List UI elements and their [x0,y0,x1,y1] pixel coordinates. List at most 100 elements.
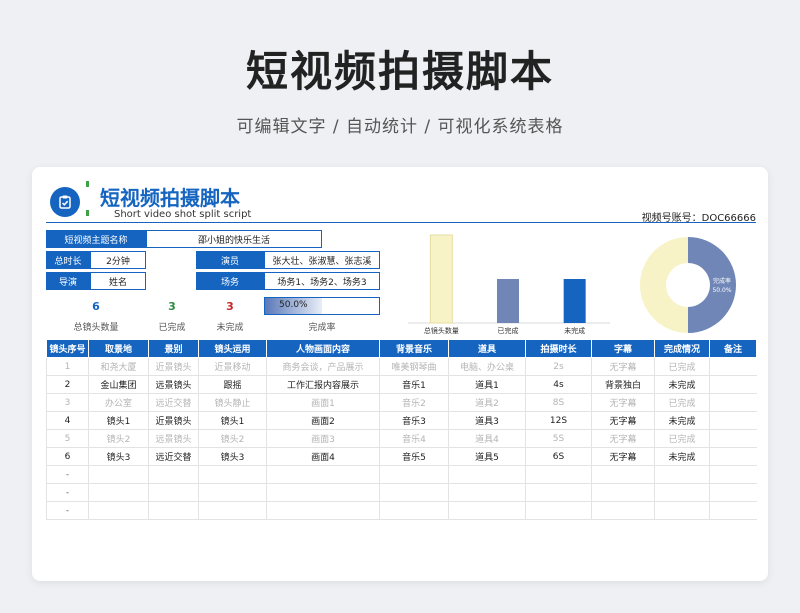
table-cell[interactable] [654,465,710,484]
table-cell[interactable]: 6 [46,447,89,466]
table-cell[interactable]: - [46,483,89,502]
table-cell[interactable]: 电脑、办公桌 [448,357,526,376]
table-cell[interactable] [591,501,655,520]
table-cell[interactable]: 音乐4 [379,429,449,448]
table-cell[interactable]: 画面1 [266,393,380,412]
table-cell[interactable]: 已完成 [654,429,710,448]
table-cell[interactable]: 镜头2 [198,429,267,448]
table-cell[interactable] [591,465,655,484]
director-value[interactable]: 姓名 [90,272,146,290]
table-cell[interactable]: 镜头1 [88,411,149,430]
column-header[interactable]: 景别 [148,339,199,358]
table-cell[interactable]: 道具5 [448,447,526,466]
table-cell[interactable] [709,465,757,484]
table-cell[interactable] [88,465,149,484]
column-header[interactable]: 背景音乐 [379,339,449,358]
table-cell[interactable]: 镜头2 [88,429,149,448]
table-cell[interactable] [266,501,380,520]
table-cell[interactable]: 音乐5 [379,447,449,466]
table-cell[interactable] [525,465,592,484]
table-cell[interactable]: 道具2 [448,393,526,412]
table-cell[interactable]: 音乐1 [379,375,449,394]
table-cell[interactable]: 近景镜头 [148,411,199,430]
scenes-value[interactable]: 场务1、场务2、场务3 [264,272,380,290]
table-cell[interactable] [379,483,449,502]
column-header[interactable]: 拍摄时长 [525,339,592,358]
theme-value[interactable]: 邵小姐的快乐生活 [146,230,322,248]
table-cell[interactable]: 12S [525,411,592,430]
table-cell[interactable] [654,501,710,520]
table-cell[interactable] [448,465,526,484]
column-header[interactable]: 字幕 [591,339,655,358]
table-cell[interactable]: 远近交替 [148,393,199,412]
table-cell[interactable]: 画面4 [266,447,380,466]
table-cell[interactable] [709,429,757,448]
table-cell[interactable] [379,465,449,484]
table-cell[interactable]: 4s [525,375,592,394]
column-header[interactable]: 人物画面内容 [266,339,380,358]
table-cell[interactable]: 镜头3 [198,447,267,466]
table-cell[interactable]: 无字幕 [591,447,655,466]
duration-value[interactable]: 2分钟 [90,251,146,269]
table-cell[interactable] [198,501,267,520]
table-cell[interactable]: 镜头3 [88,447,149,466]
table-cell[interactable] [709,375,757,394]
table-cell[interactable] [379,501,449,520]
table-cell[interactable]: 远景镜头 [148,375,199,394]
table-cell[interactable]: 1 [46,357,89,376]
table-cell[interactable] [709,483,757,502]
table-cell[interactable]: 无字幕 [591,429,655,448]
table-cell[interactable]: 近景镜头 [148,357,199,376]
table-cell[interactable]: 已完成 [654,357,710,376]
table-cell[interactable]: 金山集团 [88,375,149,394]
table-cell[interactable] [88,483,149,502]
table-cell[interactable]: 和尧大厦 [88,357,149,376]
table-cell[interactable]: 跟摇 [198,375,267,394]
table-cell[interactable]: 近景移动 [198,357,267,376]
table-cell[interactable] [525,501,592,520]
table-cell[interactable]: 2s [525,357,592,376]
table-cell[interactable]: 唯美钢琴曲 [379,357,449,376]
column-header[interactable]: 镜头运用 [198,339,267,358]
table-cell[interactable]: 音乐2 [379,393,449,412]
table-cell[interactable] [88,501,149,520]
table-cell[interactable]: 镜头1 [198,411,267,430]
table-cell[interactable]: 背景独白 [591,375,655,394]
table-cell[interactable]: 画面2 [266,411,380,430]
table-cell[interactable] [709,411,757,430]
table-cell[interactable]: 无字幕 [591,411,655,430]
table-cell[interactable]: 工作汇报内容展示 [266,375,380,394]
table-cell[interactable]: 5S [525,429,592,448]
table-cell[interactable]: 道具1 [448,375,526,394]
table-cell[interactable] [266,465,380,484]
table-cell[interactable] [525,483,592,502]
table-cell[interactable] [709,447,757,466]
table-cell[interactable]: 道具3 [448,411,526,430]
table-cell[interactable]: 未完成 [654,447,710,466]
table-cell[interactable] [709,501,757,520]
table-cell[interactable] [266,483,380,502]
table-cell[interactable]: 镜头静止 [198,393,267,412]
column-header[interactable]: 道具 [448,339,526,358]
table-cell[interactable]: 道具4 [448,429,526,448]
table-cell[interactable]: 6S [525,447,592,466]
table-cell[interactable]: 远景镜头 [148,429,199,448]
column-header[interactable]: 镜头序号 [46,339,89,358]
table-cell[interactable]: 未完成 [654,411,710,430]
table-cell[interactable] [709,393,757,412]
table-cell[interactable]: - [46,465,89,484]
table-cell[interactable] [448,483,526,502]
actors-value[interactable]: 张大壮、张淑慧、张志溪 [264,251,380,269]
table-cell[interactable] [148,483,199,502]
table-cell[interactable] [198,465,267,484]
table-cell[interactable] [198,483,267,502]
table-cell[interactable]: - [46,501,89,520]
column-header[interactable]: 备注 [709,339,757,358]
table-cell[interactable]: 音乐3 [379,411,449,430]
table-cell[interactable]: 无字幕 [591,393,655,412]
table-cell[interactable] [709,357,757,376]
table-cell[interactable]: 办公室 [88,393,149,412]
table-cell[interactable] [448,501,526,520]
table-cell[interactable]: 远近交替 [148,447,199,466]
table-cell[interactable]: 无字幕 [591,357,655,376]
